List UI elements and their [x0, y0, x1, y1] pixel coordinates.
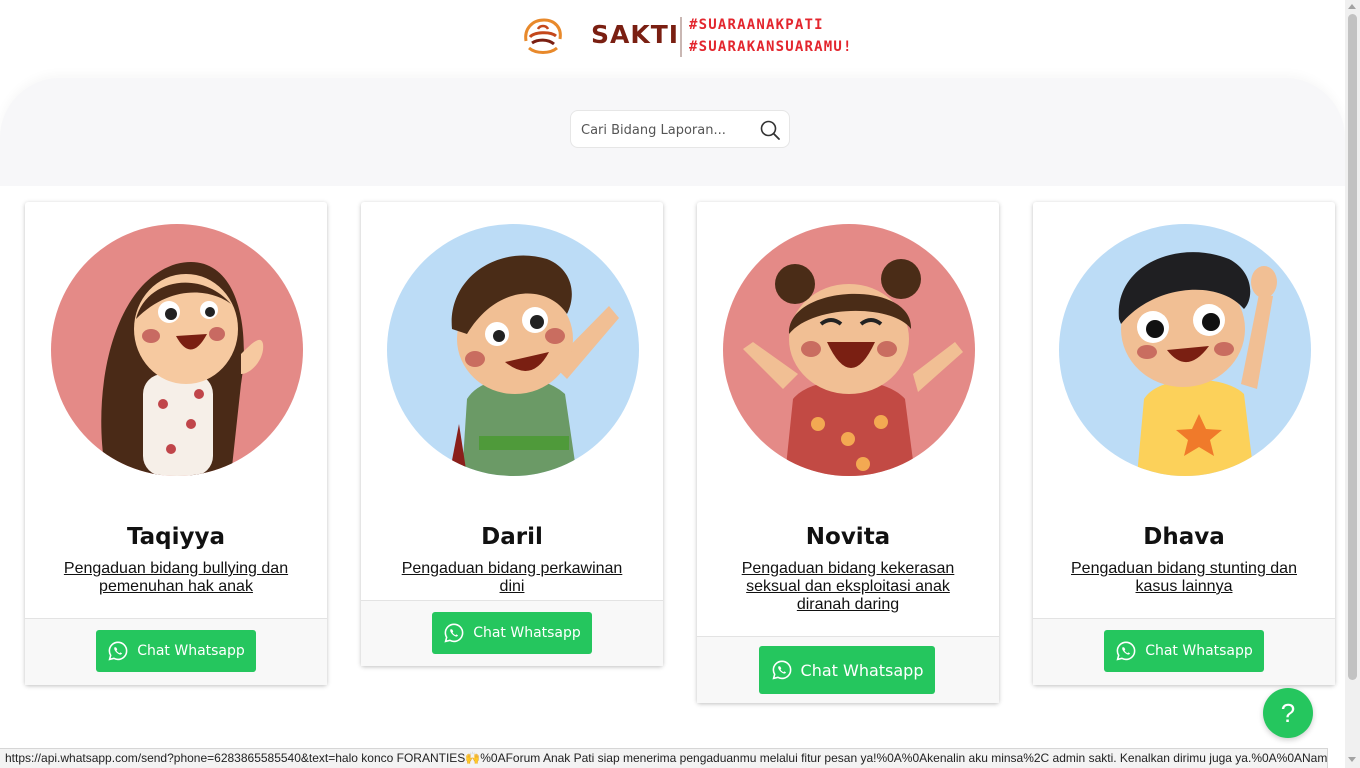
- card-footer: Chat Whatsapp: [25, 618, 327, 685]
- whatsapp-icon: [444, 623, 464, 643]
- chat-whatsapp-label: Chat Whatsapp: [800, 660, 924, 680]
- chat-whatsapp-button[interactable]: Chat Whatsapp: [759, 646, 935, 694]
- whatsapp-icon: [108, 641, 128, 661]
- card-description[interactable]: Pengaduan bidang perkawinan dini: [391, 560, 633, 596]
- card-footer: Chat Whatsapp: [697, 636, 999, 703]
- boy-illustration-icon: [387, 224, 639, 476]
- tagline-line-2: #SUARAKANSUARAMU!: [689, 39, 853, 55]
- site-header: SAKTI #SUARAANAKPATI #SUARAKANSUARAMU!: [0, 0, 1345, 80]
- tagline: #SUARAANAKPATI #SUARAKANSUARAMU!: [689, 14, 853, 58]
- chat-whatsapp-label: Chat Whatsapp: [137, 643, 245, 659]
- girl-illustration-icon: [723, 224, 975, 476]
- whatsapp-icon: [1116, 641, 1136, 661]
- card-name: Daril: [481, 524, 543, 550]
- search-box: [570, 110, 790, 148]
- chat-whatsapp-label: Chat Whatsapp: [1145, 643, 1253, 659]
- scrollbar-thumb[interactable]: [1348, 14, 1357, 680]
- card-description[interactable]: Pengaduan bidang kekerasan seksual dan e…: [727, 560, 969, 614]
- contact-card-novita: Novita Pengaduan bidang kekerasan seksua…: [697, 202, 999, 703]
- avatar: [723, 224, 975, 476]
- card-footer: Chat Whatsapp: [1033, 618, 1335, 685]
- help-icon: ?: [1280, 697, 1296, 728]
- search-input[interactable]: [581, 119, 756, 141]
- link-status-bar: https://api.whatsapp.com/send?phone=6283…: [0, 748, 1328, 768]
- contact-card-daril: Daril Pengaduan bidang perkawinan dini C…: [361, 202, 663, 666]
- boy-illustration-icon: [1059, 224, 1311, 476]
- chat-whatsapp-button[interactable]: Chat Whatsapp: [96, 630, 256, 672]
- avatar: [1059, 224, 1311, 476]
- card-footer: Chat Whatsapp: [361, 600, 663, 666]
- card-name: Dhava: [1143, 524, 1225, 550]
- scroll-down-arrow-icon[interactable]: [1348, 757, 1356, 762]
- contact-card-dhava: Dhava Pengaduan bidang stunting dan kasu…: [1033, 202, 1335, 685]
- avatar: [387, 224, 639, 476]
- chat-whatsapp-label: Chat Whatsapp: [473, 625, 581, 641]
- contact-card-taqiyya: Taqiyya Pengaduan bidang bullying dan pe…: [25, 202, 327, 685]
- help-button[interactable]: ?: [1263, 688, 1313, 738]
- tagline-line-1: #SUARAANAKPATI: [689, 17, 824, 33]
- brand-name: SAKTI: [591, 20, 680, 49]
- card-description[interactable]: Pengaduan bidang stunting dan kasus lain…: [1063, 560, 1305, 596]
- scroll-up-arrow-icon[interactable]: [1348, 4, 1356, 9]
- card-name: Novita: [805, 524, 891, 550]
- page-scrollbar[interactable]: [1345, 0, 1360, 768]
- card-name: Taqiyya: [126, 524, 226, 550]
- card-description[interactable]: Pengaduan bidang bullying dan pemenuhan …: [55, 560, 297, 596]
- sakti-logo-icon[interactable]: [520, 15, 566, 57]
- header-divider: [680, 17, 682, 57]
- search-icon[interactable]: [759, 119, 781, 141]
- avatar: [51, 224, 303, 476]
- whatsapp-icon: [771, 660, 791, 680]
- chat-whatsapp-button[interactable]: Chat Whatsapp: [1104, 630, 1264, 672]
- chat-whatsapp-button[interactable]: Chat Whatsapp: [432, 612, 592, 654]
- girl-illustration-icon: [51, 224, 303, 476]
